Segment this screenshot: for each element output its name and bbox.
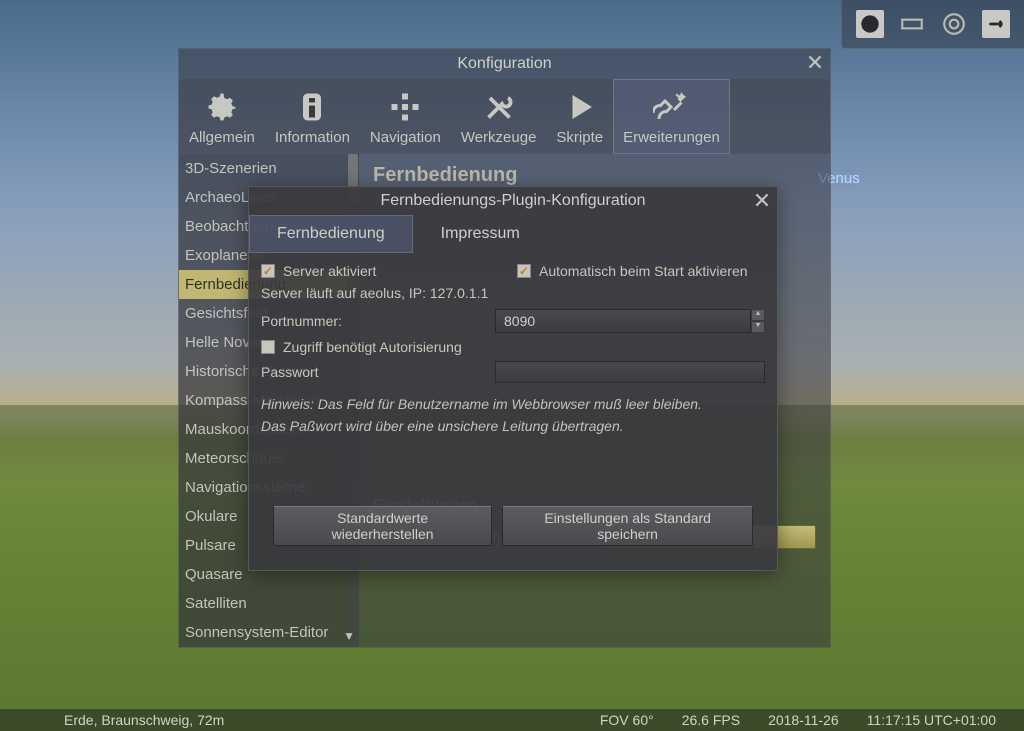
auth-required-label: Zugriff benötigt Autorisierung bbox=[283, 339, 462, 355]
config-title-text: Konfiguration bbox=[457, 55, 551, 72]
circle-icon[interactable] bbox=[856, 10, 884, 38]
save-as-default-button[interactable]: Einstellungen als Standard speichern bbox=[502, 506, 753, 546]
restore-defaults-button[interactable]: Standardwerte wiederherstellen bbox=[273, 506, 492, 546]
wrench-icon[interactable] bbox=[982, 10, 1010, 38]
rectangle-icon[interactable] bbox=[898, 10, 926, 38]
tab-skripte[interactable]: Skripte bbox=[546, 79, 613, 154]
tab-werkzeuge[interactable]: Werkzeuge bbox=[451, 79, 547, 154]
tab-information[interactable]: Information bbox=[265, 79, 360, 154]
fps-text: 26.6 FPS bbox=[682, 712, 740, 728]
server-active-checkbox[interactable] bbox=[261, 264, 275, 278]
auto-start-checkbox[interactable] bbox=[517, 264, 531, 278]
auth-required-checkbox[interactable] bbox=[261, 340, 275, 354]
modal-tab-fernbedienung[interactable]: Fernbedienung bbox=[249, 215, 413, 253]
top-toolbar bbox=[841, 0, 1024, 49]
close-icon[interactable] bbox=[753, 191, 771, 209]
chevron-down-icon[interactable]: ▼ bbox=[343, 629, 355, 643]
sidebar-item[interactable]: 3D-Szenerien bbox=[179, 154, 359, 183]
auto-start-label: Automatisch beim Start aktivieren bbox=[539, 263, 748, 279]
tab-erweiterungen[interactable]: Erweiterungen bbox=[613, 79, 730, 154]
plugin-config-modal: Fernbedienungs-Plugin-Konfiguration Fern… bbox=[248, 186, 778, 571]
port-label: Portnummer: bbox=[261, 313, 342, 329]
date-text[interactable]: 2018-11-26 bbox=[768, 712, 839, 728]
modal-title-text: Fernbedienungs-Plugin-Konfiguration bbox=[380, 192, 645, 209]
location-text: Erde, Braunschweig, 72m bbox=[64, 712, 224, 728]
gear-icon bbox=[202, 89, 242, 125]
status-bar: Erde, Braunschweig, 72m FOV 60° 26.6 FPS… bbox=[0, 709, 1024, 731]
panel-title: Fernbedienung bbox=[373, 164, 816, 187]
fov-text: FOV 60° bbox=[600, 712, 654, 728]
info-icon bbox=[292, 89, 332, 125]
password-input[interactable] bbox=[495, 361, 765, 383]
tools-icon bbox=[479, 89, 519, 125]
sidebar-item[interactable]: Sonnensystem-Editor bbox=[179, 618, 359, 647]
target-icon[interactable] bbox=[940, 10, 968, 38]
nav-icon bbox=[385, 89, 425, 125]
config-title: Konfiguration bbox=[179, 49, 830, 79]
tab-allgemein[interactable]: Allgemein bbox=[179, 79, 265, 154]
hint-line-2: Das Paßwort wird über eine unsichere Lei… bbox=[261, 415, 765, 437]
tab-navigation[interactable]: Navigation bbox=[360, 79, 451, 154]
time-text[interactable]: 11:17:15 UTC+01:00 bbox=[867, 712, 996, 728]
password-label: Passwort bbox=[261, 364, 319, 380]
plug-icon bbox=[651, 89, 691, 125]
hint-line-1: Hinweis: Das Feld für Benutzername im We… bbox=[261, 393, 765, 415]
server-active-label: Server aktiviert bbox=[283, 263, 376, 279]
sidebar-item[interactable]: Satelliten bbox=[179, 589, 359, 618]
close-icon[interactable] bbox=[806, 53, 824, 71]
port-step-up[interactable]: ▲ bbox=[751, 309, 765, 321]
port-input[interactable] bbox=[495, 309, 751, 333]
modal-tabs: Fernbedienung Impressum bbox=[249, 215, 777, 253]
hint-text: Hinweis: Das Feld für Benutzername im We… bbox=[261, 393, 765, 438]
play-icon bbox=[560, 89, 600, 125]
modal-tab-impressum[interactable]: Impressum bbox=[413, 215, 548, 253]
config-tabs: Allgemein Information Navigation Werkzeu… bbox=[179, 79, 830, 154]
server-status: Server läuft auf aeolus, IP: 127.0.1.1 bbox=[261, 285, 765, 301]
port-step-down[interactable]: ▼ bbox=[751, 321, 765, 333]
modal-title: Fernbedienungs-Plugin-Konfiguration bbox=[249, 187, 777, 215]
